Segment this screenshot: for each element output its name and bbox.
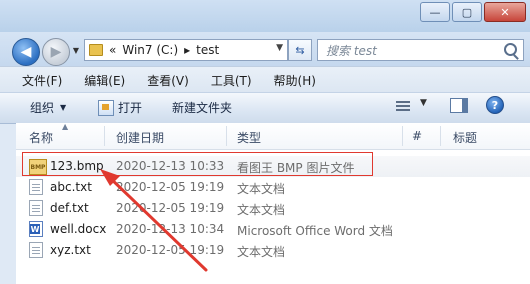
file-type: 文本文档 bbox=[237, 245, 286, 259]
table-row[interactable]: xyz.txt 2020-12-05 19:19 文本文档 bbox=[16, 240, 530, 261]
file-date: 2020-12-13 10:34 bbox=[116, 222, 225, 236]
file-date: 2020-12-05 19:19 bbox=[116, 180, 225, 194]
caption-buttons: — ▢ ✕ bbox=[418, 2, 526, 22]
address-bar[interactable]: « Win7 (C:) ▸ test ▼ bbox=[84, 39, 288, 61]
address-dropdown-icon[interactable]: ▼ bbox=[276, 43, 283, 53]
address-drive-segment[interactable]: Win7 (C:) bbox=[122, 43, 178, 57]
open-icon bbox=[98, 99, 114, 116]
new-folder-label: 新建文件夹 bbox=[172, 101, 233, 115]
text-file-icon bbox=[29, 200, 43, 216]
column-number[interactable]: # bbox=[412, 129, 422, 143]
sort-ascending-icon: ▲ bbox=[62, 122, 69, 131]
open-button[interactable]: 打开 bbox=[98, 99, 142, 116]
file-date: 2020-12-05 19:19 bbox=[116, 243, 225, 257]
column-divider[interactable] bbox=[402, 126, 403, 146]
menu-file[interactable]: 文件(F) bbox=[22, 72, 62, 89]
column-date[interactable]: 创建日期 bbox=[116, 129, 164, 146]
close-button[interactable]: ✕ bbox=[484, 2, 526, 22]
word-file-icon bbox=[29, 221, 43, 237]
file-type: Microsoft Office Word 文档 bbox=[237, 224, 393, 238]
organize-label: 组织 bbox=[30, 101, 55, 115]
menu-bar: 文件(F) 编辑(E) 查看(V) 工具(T) 帮助(H) bbox=[0, 66, 530, 93]
menu-edit[interactable]: 编辑(E) bbox=[84, 72, 125, 89]
address-separator[interactable]: ▸ bbox=[184, 43, 190, 57]
search-box[interactable]: 搜索 test bbox=[317, 39, 524, 61]
highlight-box bbox=[22, 152, 373, 176]
preview-pane-icon[interactable] bbox=[450, 98, 468, 113]
file-name: well.docx bbox=[50, 222, 107, 236]
table-row[interactable]: abc.txt 2020-12-05 19:19 文本文档 bbox=[16, 177, 530, 198]
title-bar: — ▢ ✕ bbox=[0, 0, 530, 32]
forward-button[interactable]: ▶ bbox=[42, 38, 70, 66]
maximize-button[interactable]: ▢ bbox=[452, 2, 482, 22]
explorer-window: — ▢ ✕ ◀ ▶ ▼ « Win7 (C:) ▸ test ▼ ⇆ 搜索 te… bbox=[0, 0, 530, 284]
search-icon[interactable] bbox=[504, 43, 517, 56]
menu-help[interactable]: 帮助(H) bbox=[274, 72, 316, 89]
menu-view[interactable]: 查看(V) bbox=[147, 72, 189, 89]
refresh-button[interactable]: ⇆ bbox=[288, 39, 312, 61]
column-divider[interactable] bbox=[226, 126, 227, 146]
organize-dropdown-icon: ▼ bbox=[60, 103, 67, 112]
file-list: ▲ 名称 创建日期 类型 # 标题 BMP 123.bmp 2020-12-13… bbox=[16, 122, 530, 284]
file-name: def.txt bbox=[50, 201, 89, 215]
open-label: 打开 bbox=[118, 101, 143, 115]
file-date: 2020-12-05 19:19 bbox=[116, 201, 225, 215]
organize-button[interactable]: 组织 ▼ bbox=[30, 99, 66, 116]
table-row[interactable]: def.txt 2020-12-05 19:19 文本文档 bbox=[16, 198, 530, 219]
file-type: 文本文档 bbox=[237, 203, 286, 217]
column-name[interactable]: 名称 bbox=[29, 129, 53, 146]
view-options-icon[interactable] bbox=[396, 99, 410, 111]
file-type: 文本文档 bbox=[237, 182, 286, 196]
address-folder-segment[interactable]: test bbox=[196, 43, 219, 57]
address-prefix[interactable]: « bbox=[109, 43, 116, 57]
column-divider[interactable] bbox=[440, 126, 441, 146]
back-button[interactable]: ◀ bbox=[12, 38, 40, 66]
table-row[interactable]: well.docx 2020-12-13 10:34 Microsoft Off… bbox=[16, 219, 530, 240]
new-folder-button[interactable]: 新建文件夹 bbox=[172, 99, 232, 116]
search-input[interactable]: 搜索 test bbox=[326, 42, 377, 59]
minimize-button[interactable]: — bbox=[420, 2, 450, 22]
column-type[interactable]: 类型 bbox=[237, 129, 261, 146]
column-header: ▲ 名称 创建日期 类型 # 标题 bbox=[16, 122, 530, 150]
help-icon[interactable]: ? bbox=[486, 96, 504, 114]
text-file-icon bbox=[29, 179, 43, 195]
recent-pages-dropdown[interactable]: ▼ bbox=[70, 44, 82, 56]
folder-icon bbox=[89, 44, 103, 56]
menu-tools[interactable]: 工具(T) bbox=[211, 72, 252, 89]
text-file-icon bbox=[29, 242, 43, 258]
file-name: abc.txt bbox=[50, 180, 92, 194]
column-title[interactable]: 标题 bbox=[453, 129, 477, 146]
view-dropdown-icon[interactable]: ▼ bbox=[420, 98, 427, 108]
file-name: xyz.txt bbox=[50, 243, 91, 257]
column-divider[interactable] bbox=[104, 126, 105, 146]
